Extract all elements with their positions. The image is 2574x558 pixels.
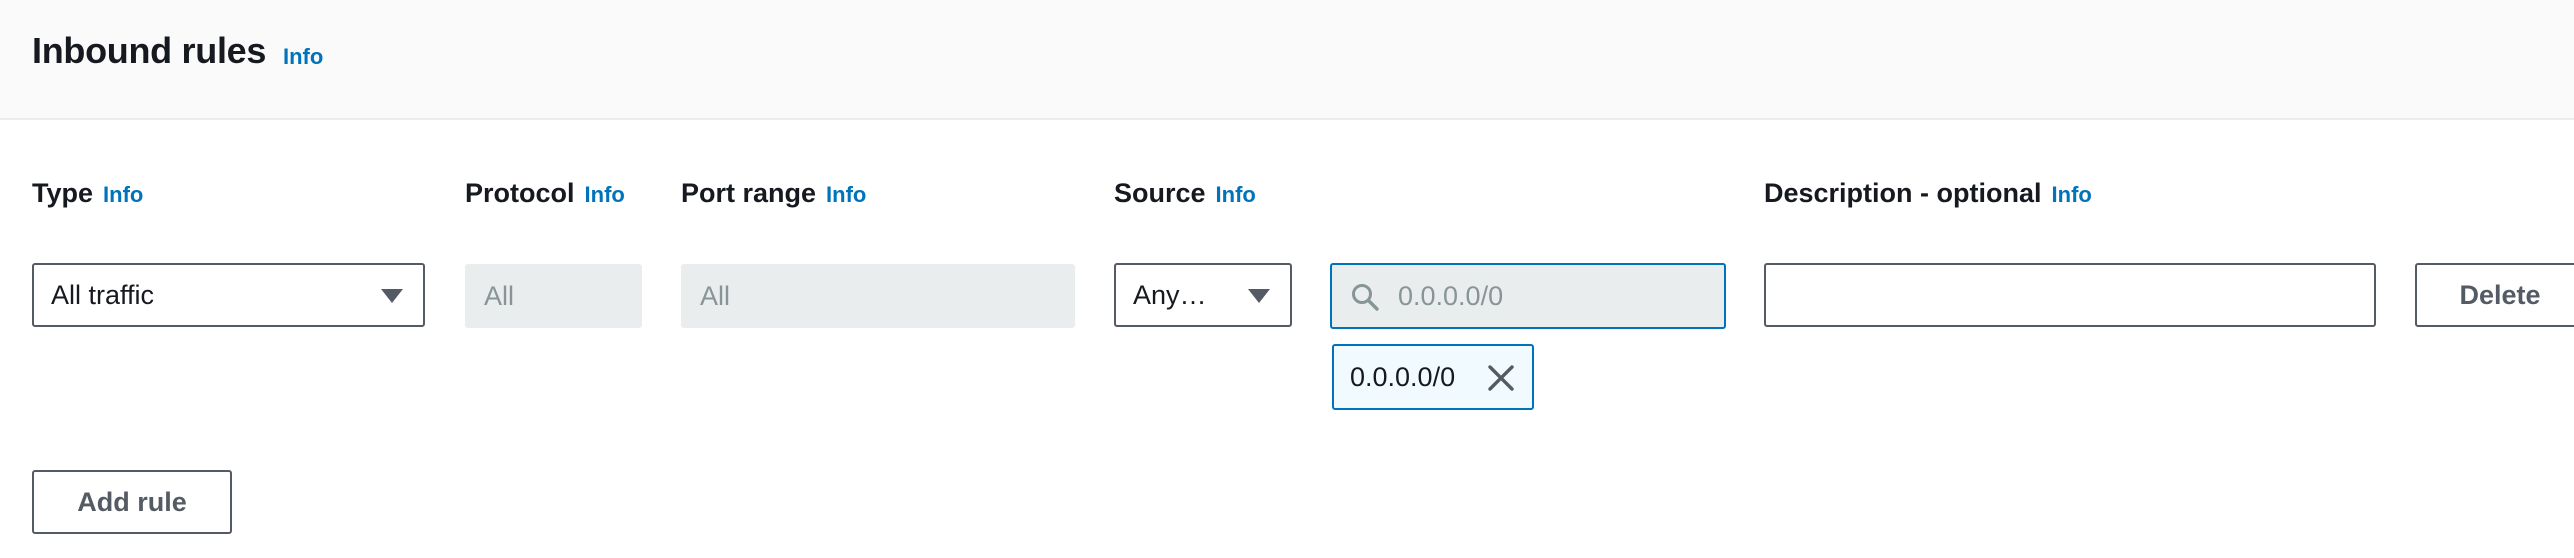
protocol-info-link[interactable]: Info [585, 182, 625, 207]
section-header: Inbound rules Info [0, 0, 2574, 120]
description-label: Description - optional [1764, 178, 2042, 208]
port-range-info-link[interactable]: Info [826, 182, 866, 207]
source-select[interactable]: Any… [1114, 263, 1292, 327]
search-icon [1352, 284, 1379, 311]
port-range-label: Port range [681, 178, 817, 208]
type-label: Type [32, 178, 94, 208]
source-info-link[interactable]: Info [1216, 182, 1256, 207]
close-icon[interactable] [1486, 363, 1516, 393]
caret-down-icon [381, 289, 403, 303]
description-info-link[interactable]: Info [2052, 182, 2092, 207]
protocol-label: Protocol [465, 178, 575, 208]
type-select[interactable]: All traffic [32, 263, 425, 327]
description-column-label: Description - optional Info [1764, 178, 2092, 209]
source-cidr-search-input[interactable]: 0.0.0.0/0 [1330, 263, 1726, 329]
type-info-link[interactable]: Info [103, 182, 143, 207]
protocol-column-label: Protocol Info [465, 178, 625, 209]
section-info-link[interactable]: Info [283, 44, 323, 70]
port-range-field: All [681, 264, 1075, 328]
source-label: Source [1114, 178, 1206, 208]
source-token-label: 0.0.0.0/0 [1350, 362, 1456, 392]
port-range-column-label: Port range Info [681, 178, 866, 209]
source-column-label: Source Info [1114, 178, 1256, 209]
type-column-label: Type Info [32, 178, 143, 209]
source-select-value: Any… [1133, 279, 1207, 310]
port-range-value: All [700, 280, 731, 311]
add-rule-button[interactable]: Add rule [32, 470, 232, 534]
caret-down-icon [1248, 289, 1270, 303]
protocol-field: All [465, 264, 642, 328]
delete-rule-button[interactable]: Delete [2415, 263, 2574, 327]
type-select-value: All traffic [51, 279, 155, 310]
source-search-placeholder: 0.0.0.0/0 [1398, 281, 1504, 311]
protocol-value: All [484, 280, 515, 311]
description-input[interactable] [1764, 263, 2376, 327]
section-title: Inbound rules [32, 30, 267, 71]
source-token: 0.0.0.0/0 [1332, 344, 1534, 410]
